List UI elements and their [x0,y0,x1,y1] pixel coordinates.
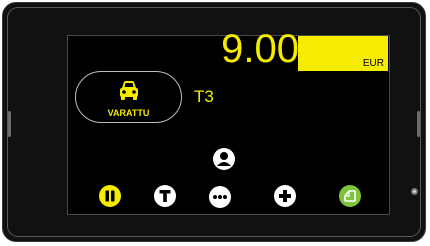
tariff-button[interactable] [154,185,176,207]
currency-label: EUR [362,58,384,69]
fare-amount: 9.00 [221,27,299,71]
person-icon [213,148,235,170]
receipt-icon [339,185,361,207]
passenger-button[interactable] [213,148,235,170]
t-icon [154,185,176,207]
occupied-status-button[interactable]: VARATTU [75,71,182,123]
meter-screen: 9.00 EUR VARATTU T3 [67,27,390,215]
left-side-button [8,111,11,137]
more-icon [209,186,231,208]
pause-button[interactable] [99,185,121,207]
tariff-label: T3 [194,87,214,106]
car-icon [120,81,138,100]
right-side-button [417,111,420,137]
camera-dot [411,188,418,195]
add-button[interactable] [274,185,296,207]
plus-icon [274,185,296,207]
receipt-button[interactable] [339,185,361,207]
pause-icon [99,185,121,207]
currency-box: EUR [298,36,388,71]
status-label: VARATTU [107,108,150,118]
more-button[interactable] [209,186,231,208]
